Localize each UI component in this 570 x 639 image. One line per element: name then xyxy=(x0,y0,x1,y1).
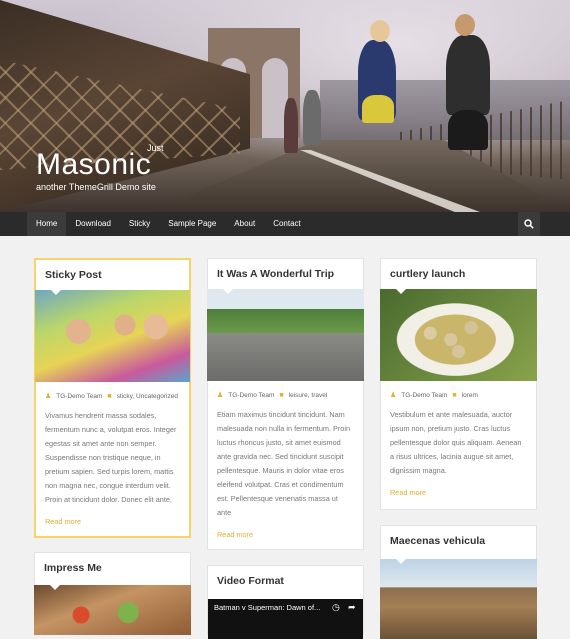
post-excerpt: Etiam maximus tincidunt tincidunt. Nam m… xyxy=(217,410,351,517)
nav-item-contact[interactable]: Contact xyxy=(264,212,310,236)
post-card-curtlery-launch: curtlery launch ♟ TG-Demo Team ■ lorem V… xyxy=(380,258,537,510)
post-categories[interactable]: lorem xyxy=(462,392,478,399)
author-icon: ♟ xyxy=(45,393,52,400)
read-more-link[interactable]: Read more xyxy=(36,507,90,526)
header-image: Just Masonic another ThemeGrill Demo sit… xyxy=(0,0,570,212)
site-title[interactable]: Masonic xyxy=(36,148,151,182)
site-description: another ThemeGrill Demo site xyxy=(36,182,156,192)
post-categories[interactable]: leisure, travel xyxy=(289,392,328,399)
search-icon xyxy=(524,219,534,229)
main-navigation: Home Download Sticky Sample Page About C… xyxy=(0,212,570,236)
read-more-link[interactable]: Read more xyxy=(381,478,435,497)
post-thumbnail[interactable] xyxy=(380,559,537,639)
nav-item-about[interactable]: About xyxy=(225,212,264,236)
author-icon: ♟ xyxy=(217,392,224,399)
nav-item-download[interactable]: Download xyxy=(66,212,120,236)
video-title[interactable]: Batman v Superman: Dawn of... xyxy=(214,603,326,612)
post-thumbnail[interactable] xyxy=(35,290,190,382)
post-author[interactable]: TG-Demo Team xyxy=(56,393,102,400)
video-player[interactable]: Batman v Superman: Dawn of... ◷ ➦ xyxy=(208,599,363,639)
read-more-link[interactable]: Read more xyxy=(208,520,262,539)
folder-icon: ■ xyxy=(452,391,457,399)
post-title[interactable]: Impress Me xyxy=(35,553,190,585)
post-title[interactable]: curtlery launch xyxy=(381,259,536,289)
post-card-maecenas-vehicula: Maecenas vehicula xyxy=(380,525,537,639)
clock-icon[interactable]: ◷ xyxy=(332,602,340,613)
nav-item-sticky[interactable]: Sticky xyxy=(120,212,159,236)
post-title[interactable]: It Was A Wonderful Trip xyxy=(208,259,363,289)
post-excerpt: Vivamus hendrerit massa sodales, ferment… xyxy=(45,411,177,504)
post-card-video-format: Video Format Batman v Superman: Dawn of.… xyxy=(207,565,364,639)
post-thumbnail[interactable] xyxy=(207,289,364,381)
search-button[interactable] xyxy=(518,212,540,236)
author-icon: ♟ xyxy=(390,392,397,399)
post-card-wonderful-trip: It Was A Wonderful Trip ♟ TG-Demo Team ■… xyxy=(207,258,364,550)
post-thumbnail[interactable] xyxy=(34,585,191,635)
post-title[interactable]: Maecenas vehicula xyxy=(381,526,536,559)
post-author[interactable]: TG-Demo Team xyxy=(401,392,447,399)
post-card-sticky: Sticky Post ♟ TG-Demo Team ■ sticky, Unc… xyxy=(34,258,191,538)
share-icon[interactable]: ➦ xyxy=(348,602,356,613)
post-categories[interactable]: sticky, Uncategorized xyxy=(117,393,178,400)
nav-item-sample-page[interactable]: Sample Page xyxy=(159,212,225,236)
post-card-impress-me: Impress Me xyxy=(34,552,191,635)
nav-item-home[interactable]: Home xyxy=(27,212,67,236)
folder-icon: ■ xyxy=(107,392,112,400)
folder-icon: ■ xyxy=(279,391,284,399)
post-title[interactable]: Sticky Post xyxy=(36,260,189,290)
post-author[interactable]: TG-Demo Team xyxy=(228,392,274,399)
post-excerpt: Vestibulum et ante malesuada, auctor ips… xyxy=(390,410,522,475)
post-thumbnail[interactable] xyxy=(380,289,537,381)
post-title[interactable]: Video Format xyxy=(208,566,363,599)
